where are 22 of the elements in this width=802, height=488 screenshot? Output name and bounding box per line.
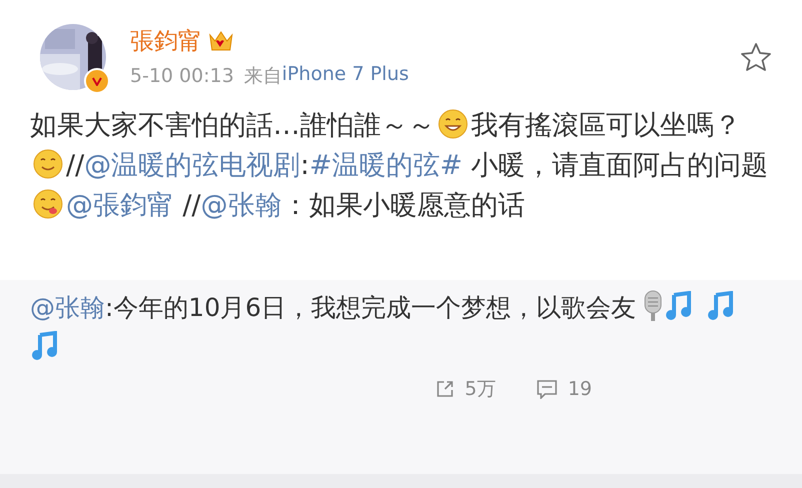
emoji-icon xyxy=(33,189,63,219)
action-count: 19 xyxy=(568,378,592,400)
post-time: 5-10 00:13 xyxy=(130,65,234,87)
post-text: 如果大家不害怕的話…誰怕誰～～ 我有搖滾區可以坐嗎？ //@温暖的弦电视剧:#温暖的弦# 小暖，请直面阿占的问题 @張鈞甯 //@张翰：如果小暖愿意的话 xyxy=(30,108,770,223)
comment-icon[interactable] xyxy=(536,379,558,399)
emoji-icon xyxy=(438,109,468,139)
emoji-icon xyxy=(33,149,63,179)
source-label: 来自 xyxy=(244,64,282,89)
music-note-icon xyxy=(30,331,60,361)
share-icon[interactable] xyxy=(434,379,455,399)
crown-icon xyxy=(208,29,234,53)
post-link[interactable]: @温暖的弦电视剧 xyxy=(84,150,300,181)
post-link[interactable]: @张翰 xyxy=(200,190,282,221)
post-link[interactable]: #温暖的弦# xyxy=(309,150,463,181)
author-name[interactable]: 張鈞甯 xyxy=(130,25,202,57)
post-link[interactable]: @张翰 xyxy=(30,293,105,322)
repost-text: @张翰:今年的10月6日，我想完成一个梦想，以歌会友 xyxy=(30,288,760,368)
favorite-star-icon[interactable] xyxy=(740,41,772,73)
action-count: 5万 xyxy=(464,377,496,402)
microphone-icon xyxy=(642,290,664,322)
post-link[interactable]: @張鈞甯 xyxy=(66,190,174,221)
device-link[interactable]: iPhone 7 Plus xyxy=(282,63,409,89)
